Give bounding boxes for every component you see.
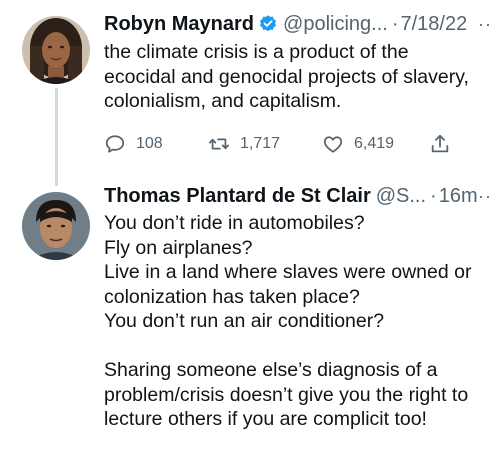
tweet-text: You don’t ride in automobiles? Fly on ai… bbox=[104, 212, 472, 430]
reply-icon bbox=[105, 135, 125, 153]
author-name[interactable]: Robyn Maynard bbox=[104, 10, 254, 38]
retweet-count: 1,717 bbox=[240, 135, 281, 152]
like-button[interactable]: 6,419 bbox=[322, 131, 394, 157]
more-options-icon[interactable]: ·· bbox=[478, 182, 492, 210]
tweet-text: the climate crisis is a product of the e… bbox=[104, 41, 469, 112]
reply-count: 108 bbox=[136, 135, 163, 152]
separator-dot: · bbox=[391, 13, 399, 35]
tweet-original[interactable]: Robyn Maynard @policing... · 7/18/22 ·· … bbox=[0, 0, 500, 186]
separator-dot: · bbox=[430, 185, 437, 207]
thread-line bbox=[55, 88, 58, 186]
share-button[interactable] bbox=[429, 131, 461, 157]
reply-button[interactable]: 108 bbox=[104, 131, 163, 157]
retweet-button[interactable]: 1,717 bbox=[208, 131, 280, 157]
share-icon bbox=[431, 134, 449, 153]
tweet-actions: 108 1,717 6,419 bbox=[104, 131, 449, 157]
avatar-thomas-plantard[interactable] bbox=[22, 192, 90, 260]
verified-badge-icon bbox=[258, 14, 278, 34]
like-count: 6,419 bbox=[354, 135, 395, 152]
tweet-header: Thomas Plantard de St Clair @S... · 16m … bbox=[104, 182, 492, 210]
tweet-reply[interactable]: Thomas Plantard de St Clair @S... · 16m … bbox=[0, 178, 500, 455]
tweet-timestamp[interactable]: 16m bbox=[439, 182, 478, 210]
author-handle[interactable]: @S... bbox=[376, 182, 426, 210]
tweet-timestamp[interactable]: 7/18/22 bbox=[401, 10, 468, 38]
tweet-header: Robyn Maynard @policing... · 7/18/22 ·· bbox=[104, 10, 492, 38]
avatar-robyn-maynard[interactable] bbox=[22, 16, 90, 84]
author-handle[interactable]: @policing... bbox=[283, 10, 388, 38]
more-options-icon[interactable]: ·· bbox=[478, 10, 492, 38]
author-name[interactable]: Thomas Plantard de St Clair bbox=[104, 182, 371, 210]
retweet-icon bbox=[208, 138, 230, 150]
like-icon bbox=[323, 136, 343, 153]
